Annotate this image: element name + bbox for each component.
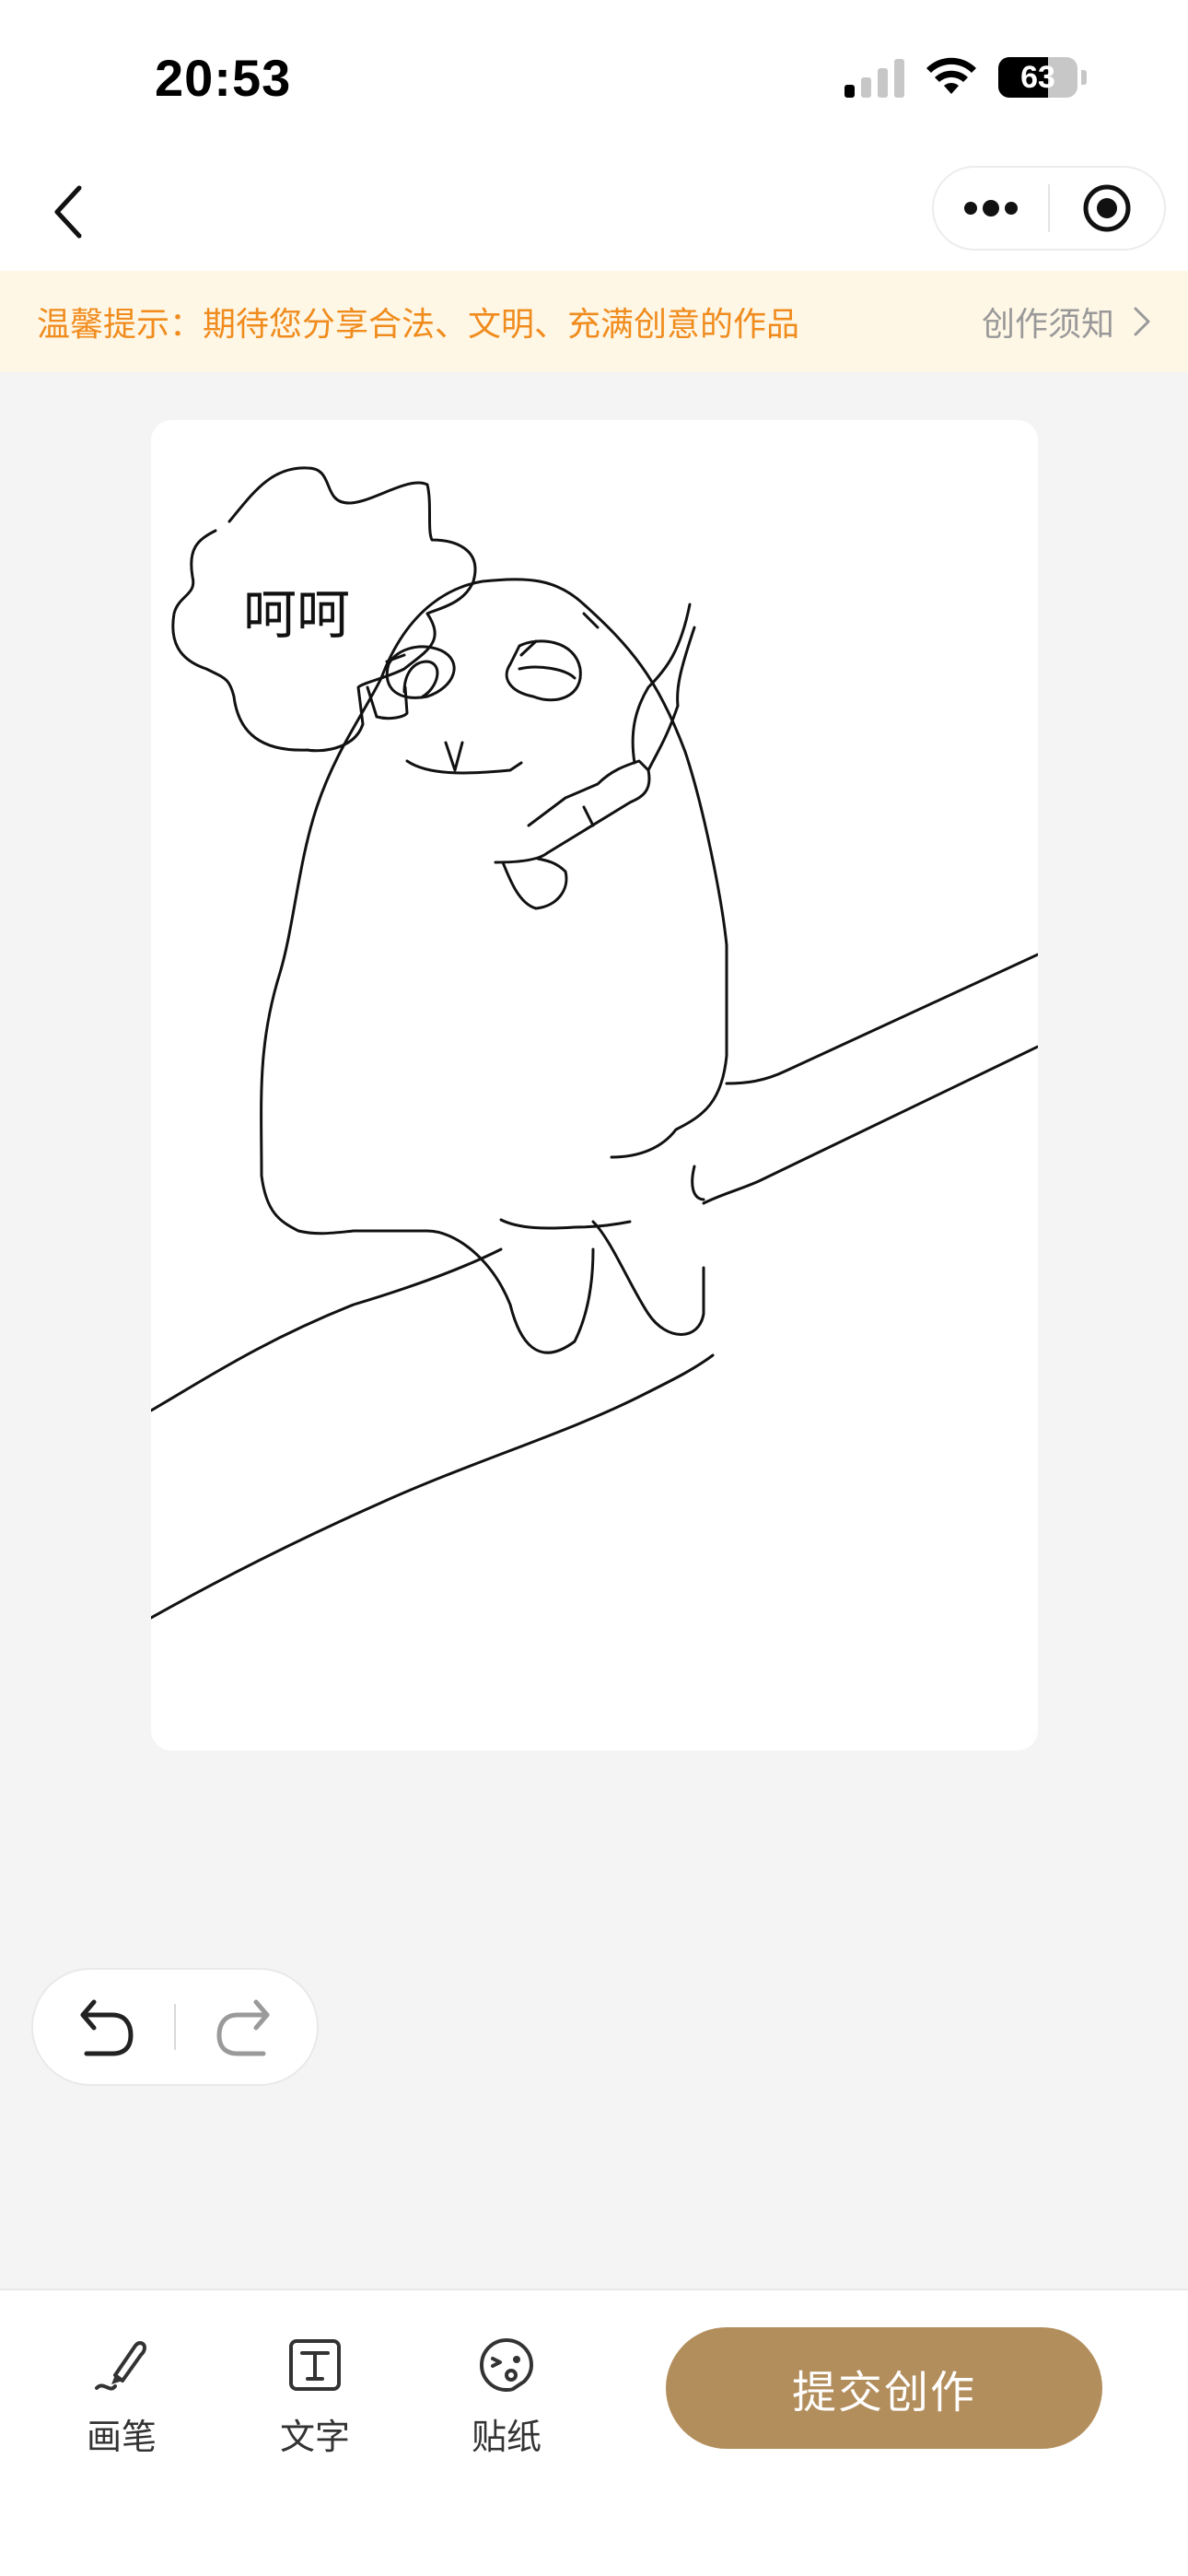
character-left-side [260,676,595,1354]
branch-bottom [151,1353,715,1620]
right-eye-lid [518,665,577,680]
arm-line [582,805,595,827]
more-dots-icon [964,200,1018,217]
creation-guidelines-link[interactable]: 创作须知 [982,298,1151,345]
undo-button[interactable] [64,1985,147,2068]
stick [527,759,651,855]
foot-mark [691,1165,705,1201]
stick-right [646,626,696,772]
brush-label: 画笔 [86,2418,157,2457]
text-tool[interactable]: 文字 [241,2335,389,2459]
bubble-small-mark [444,741,464,772]
status-icons: 63 [844,57,1087,98]
cellular-signal-icon [844,57,904,98]
sticker-tool[interactable]: 贴纸 [433,2335,580,2459]
thought-bubble-text: 呵呵 [243,583,351,646]
redo-icon [216,1999,270,2056]
left-eye-pupil [402,660,439,698]
branch-right-upper [725,953,1038,1085]
notice-text: 温馨提示：期待您分享合法、文明、充满创意的作品 [37,305,800,343]
creation-guidelines-label: 创作须知 [981,305,1114,343]
hand [501,857,568,910]
chevron-left-icon [54,185,82,239]
chevron-right-icon [1134,307,1150,336]
redo-button[interactable] [203,1985,285,2068]
right-eye [505,639,582,702]
status-bar: 20:53 63 [0,0,1188,157]
character-right-leg [591,1220,705,1336]
hand-line [494,851,549,864]
battery-tip [1081,70,1087,85]
notice-banner: 温馨提示：期待您分享合法、文明、充满创意的作品 创作须知 [0,271,1188,372]
sticker-icon [479,2337,534,2393]
navigation-bar [0,157,1188,271]
target-circle-icon [1083,184,1131,232]
text-label: 文字 [279,2418,350,2457]
brush-tool[interactable]: 画笔 [48,2335,195,2459]
sticker-label: 贴纸 [471,2418,542,2457]
text-icon [289,2339,341,2391]
back-button[interactable] [41,175,96,249]
character-bottom-line [499,1218,632,1230]
undo-icon [80,1999,134,2056]
battery-icon: 63 [998,57,1077,98]
wifi-icon [926,57,976,94]
branch-left [151,1247,503,1412]
undo-redo-divider [173,2004,176,2050]
undo-redo-control [31,1968,319,2086]
close-miniprogram-button[interactable] [1050,168,1164,249]
mini-program-capsule [932,166,1166,251]
submit-creation-button[interactable]: 提交创作 [666,2327,1102,2449]
brush-icon [95,2341,146,2391]
bottom-toolbar: 画笔 文字 贴纸 提交创作 [0,2289,1188,2576]
drawing-canvas[interactable]: 呵呵 [151,420,1038,1751]
character-body [379,578,728,1159]
mouth [405,759,523,775]
more-button[interactable] [934,168,1048,249]
battery-level: 63 [1020,59,1055,95]
branch-right-lower [702,1045,1038,1205]
status-time: 20:53 [155,49,292,107]
